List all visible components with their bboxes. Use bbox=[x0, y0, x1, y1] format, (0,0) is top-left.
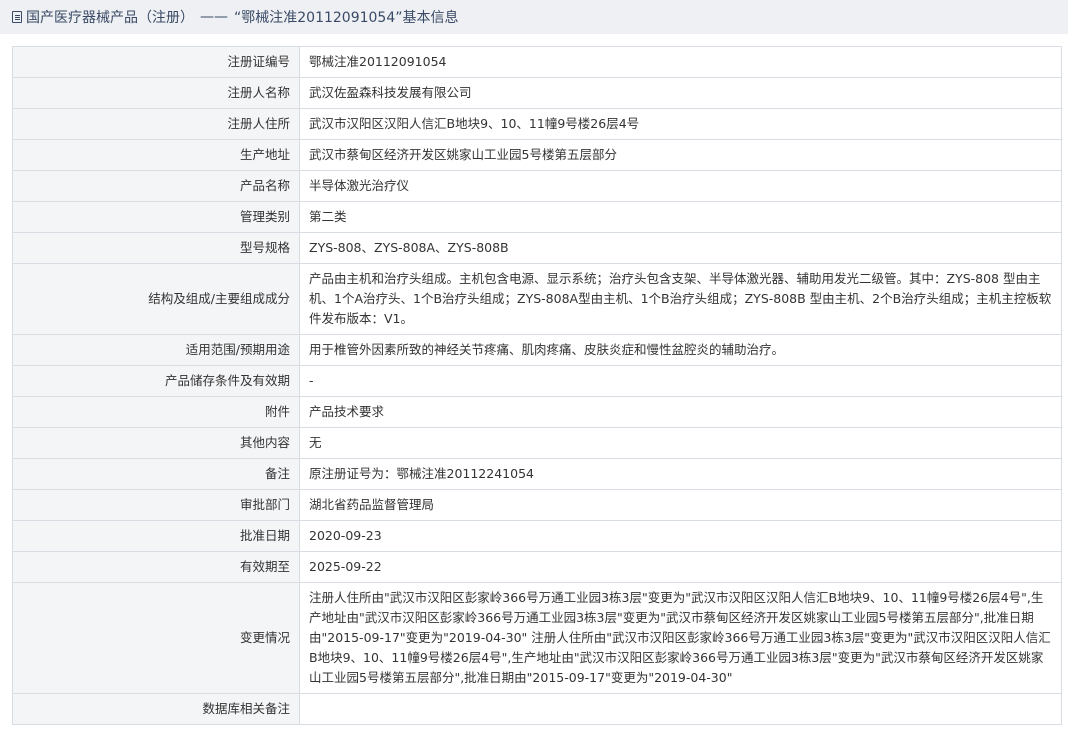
row-label: 管理类别 bbox=[12, 201, 300, 233]
table-row: 附件 产品技术要求 bbox=[12, 396, 1062, 428]
info-table: 注册证编号 鄂械注准20112091054 注册人名称 武汉佐盈森科技发展有限公司 注册… bbox=[12, 46, 1062, 725]
row-label: 适用范围/预期用途 bbox=[12, 334, 300, 366]
row-label: 注册证编号 bbox=[12, 46, 300, 78]
row-value: 无 bbox=[299, 427, 1062, 459]
row-value: 原注册证号为：鄂械注准20112241054 bbox=[299, 458, 1062, 490]
row-value: 武汉佐盈森科技发展有限公司 bbox=[299, 77, 1062, 109]
row-label: 注册人住所 bbox=[12, 108, 300, 140]
row-label: 注册人名称 bbox=[12, 77, 300, 109]
row-label: 型号规格 bbox=[12, 232, 300, 264]
page-title-prefix: 国产医疗器械产品（注册） bbox=[26, 10, 194, 26]
row-value bbox=[299, 693, 1062, 725]
row-label: 有效期至 bbox=[12, 551, 300, 583]
row-label: 附件 bbox=[12, 396, 300, 428]
row-value: ZYS-808、ZYS-808A、ZYS-808B bbox=[299, 232, 1062, 264]
page-title-separator: —— bbox=[200, 9, 228, 25]
table-row: 有效期至 2025-09-22 bbox=[12, 551, 1062, 583]
table-row: 管理类别 第二类 bbox=[12, 201, 1062, 233]
row-label: 备注 bbox=[12, 458, 300, 490]
table-row: 型号规格 ZYS-808、ZYS-808A、ZYS-808B bbox=[12, 232, 1062, 264]
document-icon bbox=[12, 11, 22, 23]
table-row: 注册人名称 武汉佐盈森科技发展有限公司 bbox=[12, 77, 1062, 109]
row-label: 产品名称 bbox=[12, 170, 300, 202]
row-label: 变更情况 bbox=[12, 582, 300, 694]
row-value: 第二类 bbox=[299, 201, 1062, 233]
table-row: 产品储存条件及有效期 - bbox=[12, 365, 1062, 397]
table-row: 其他内容无 bbox=[12, 427, 1062, 459]
row-value: 2020-09-23 bbox=[299, 520, 1062, 552]
table-row: 注册证编号 鄂械注准20112091054 bbox=[12, 46, 1062, 78]
row-label: 数据库相关备注 bbox=[12, 693, 300, 725]
table-row: 生产地址 武汉市蔡甸区经济开发区姚家山工业园5号楼第五层部分 bbox=[12, 139, 1062, 171]
row-label: 结构及组成/主要组成成分 bbox=[12, 263, 300, 335]
row-value: 湖北省药品监督管理局 bbox=[299, 489, 1062, 521]
table-row: 数据库相关备注 bbox=[12, 693, 1062, 725]
table-row: 变更情况 注册人住所由"武汉市汉阳区彭家岭366号万通工业园3栋3层"变更为"武汉… bbox=[12, 582, 1062, 694]
row-value: 武汉市汉阳区汉阳人信汇B地块9、10、11幢9号楼26层4号 bbox=[299, 108, 1062, 140]
row-label: 产品储存条件及有效期 bbox=[12, 365, 300, 397]
row-label: 审批部门 bbox=[12, 489, 300, 521]
page-title-bar: 国产医疗器械产品（注册） —— “鄂械注准20112091054”基本信息 bbox=[0, 0, 1068, 34]
row-value: 产品技术要求 bbox=[299, 396, 1062, 428]
row-value: 武汉市蔡甸区经济开发区姚家山工业园5号楼第五层部分 bbox=[299, 139, 1062, 171]
row-value: 产品由主机和治疗头组成。主机包含电源、显示系统；治疗头包含支架、半导体激光器、辅… bbox=[299, 263, 1062, 335]
page-title: “鄂械注准20112091054”基本信息 bbox=[234, 10, 459, 26]
row-label: 其他内容 bbox=[12, 427, 300, 459]
table-row: 结构及组成/主要组成成分 产品由主机和治疗头组成。主机包含电源、显示系统；治疗头包… bbox=[12, 263, 1062, 335]
row-label: 批准日期 bbox=[12, 520, 300, 552]
row-value: 鄂械注准20112091054 bbox=[299, 46, 1062, 78]
row-value: - bbox=[299, 365, 1062, 397]
row-label: 生产地址 bbox=[12, 139, 300, 171]
table-row: 适用范围/预期用途 用于椎管外因素所致的神经关节疼痛、肌肉疼痛、皮肤炎症和慢性盆腔… bbox=[12, 334, 1062, 366]
row-value: 注册人住所由"武汉市汉阳区彭家岭366号万通工业园3栋3层"变更为"武汉市汉阳区… bbox=[299, 582, 1062, 694]
table-row: 产品名称 半导体激光治疗仪 bbox=[12, 170, 1062, 202]
table-row: 批准日期 2020-09-23 bbox=[12, 520, 1062, 552]
row-value: 用于椎管外因素所致的神经关节疼痛、肌肉疼痛、皮肤炎症和慢性盆腔炎的辅助治疗。 bbox=[299, 334, 1062, 366]
row-value: 2025-09-22 bbox=[299, 551, 1062, 583]
table-row: 备注 原注册证号为：鄂械注准20112241054 bbox=[12, 458, 1062, 490]
table-row: 审批部门 湖北省药品监督管理局 bbox=[12, 489, 1062, 521]
table-row: 注册人住所 武汉市汉阳区汉阳人信汇B地块9、10、11幢9号楼26层4号 bbox=[12, 108, 1062, 140]
row-value: 半导体激光治疗仪 bbox=[299, 170, 1062, 202]
